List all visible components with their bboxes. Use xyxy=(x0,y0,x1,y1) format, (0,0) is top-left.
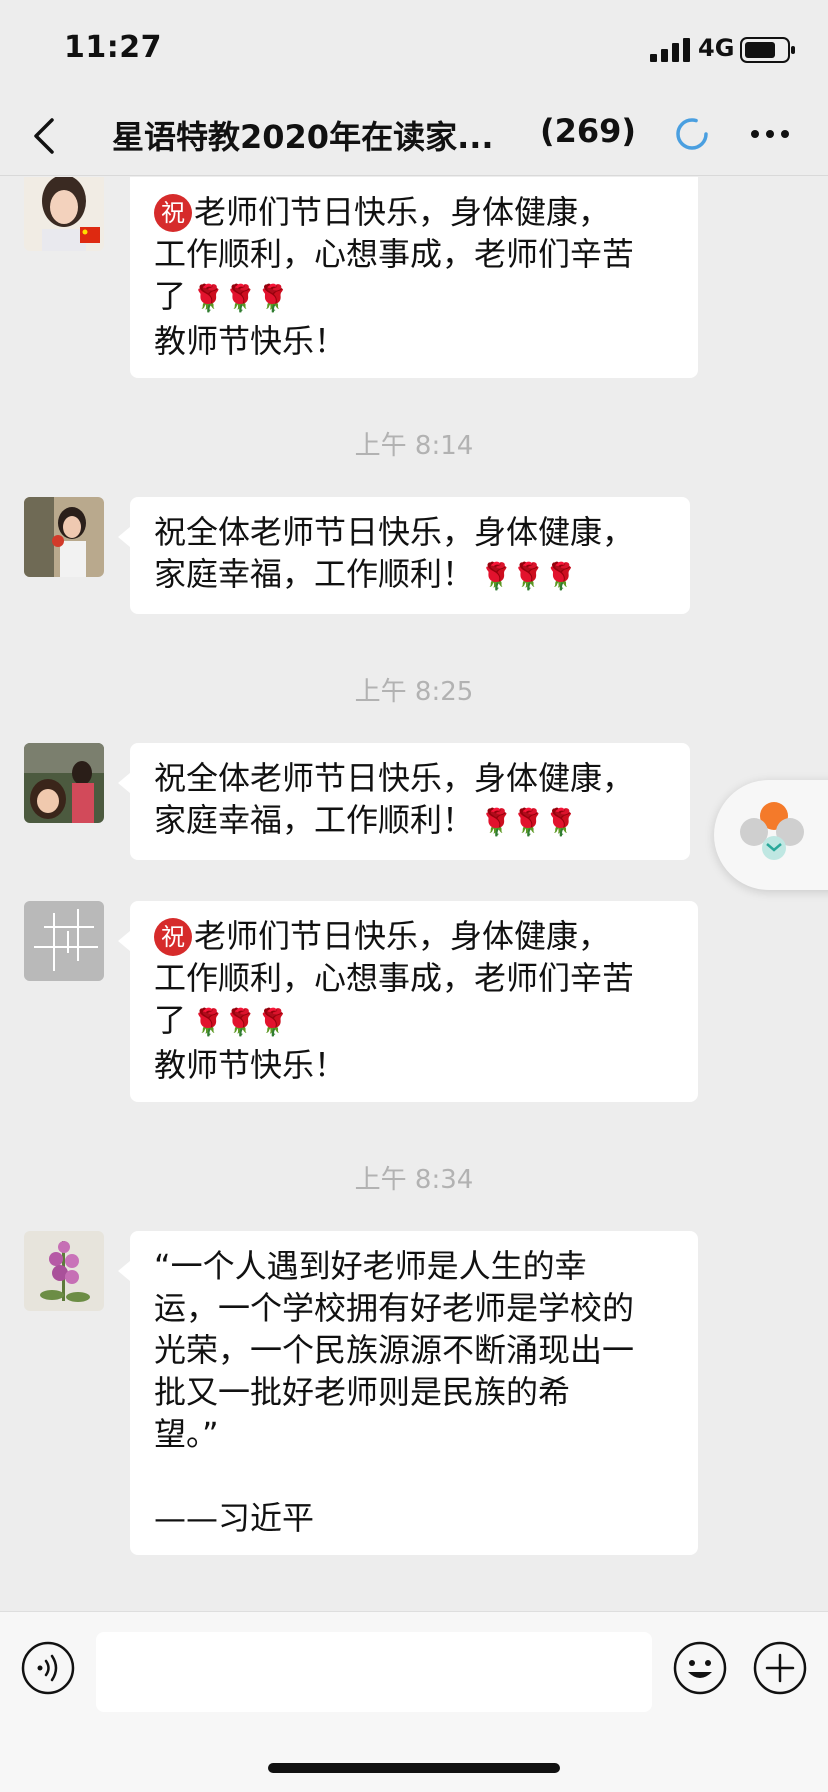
rose-emoji-icon: 🌹🌹🌹 xyxy=(192,284,290,314)
cellular-signal-icon xyxy=(650,38,690,62)
avatar[interactable] xyxy=(24,743,104,823)
avatar[interactable] xyxy=(24,901,104,981)
avatar[interactable] xyxy=(24,1231,104,1311)
message-bubble[interactable]: “一个人遇到好老师是人生的幸 运，一个学校拥有好老师是学校的 光荣，一个民族源源… xyxy=(118,1231,698,1555)
message-text: 了 xyxy=(154,277,187,315)
message-text: 运，一个学校拥有好老师是学校的 xyxy=(154,1289,635,1327)
message-input[interactable] xyxy=(96,1632,652,1712)
zhu-emoji-icon: 祝 xyxy=(154,194,192,232)
message-text: 光荣，一个民族源源不断涌现出一 xyxy=(154,1331,635,1369)
message-text: 家庭幸福，工作顺利！ xyxy=(154,555,475,593)
message-text: “一个人遇到好老师是人生的幸 xyxy=(154,1247,587,1285)
message-bubble[interactable]: 祝老师们节日快乐，身体健康， 工作顺利，心想事成，老师们辛苦 了 🌹🌹🌹 教师节快… xyxy=(130,177,698,378)
rose-emoji-icon: 🌹🌹🌹 xyxy=(192,1008,290,1038)
zhu-emoji-icon: 祝 xyxy=(154,918,192,956)
message-text: 老师们节日快乐，身体健康， xyxy=(194,193,611,231)
rose-emoji-icon: 🌹🌹🌹 xyxy=(480,562,578,592)
member-count: (269) xyxy=(540,112,637,150)
message-text: 家庭幸福，工作顺利！ xyxy=(154,801,475,839)
message-text: 祝全体老师节日快乐，身体健康， xyxy=(154,759,635,797)
message-text: 老师们节日快乐，身体健康， xyxy=(194,917,611,955)
add-attachment-icon[interactable] xyxy=(752,1640,808,1696)
more-options-icon[interactable] xyxy=(748,116,792,152)
message-text: 工作顺利，心想事成，老师们辛苦 xyxy=(154,235,635,273)
message-input-bar xyxy=(0,1611,828,1792)
network-type-label: 4G xyxy=(698,34,735,62)
chat-message-list[interactable]: 祝老师们节日快乐，身体健康， 工作顺利，心想事成，老师们辛苦 了 🌹🌹🌹 教师节快… xyxy=(0,177,828,1611)
timestamp: 上午 8:34 xyxy=(354,1165,474,1195)
message-text: 批又一批好老师则是民族的希 xyxy=(154,1373,571,1411)
avatar[interactable] xyxy=(24,177,104,251)
home-indicator xyxy=(268,1763,560,1773)
message-text: 了 xyxy=(154,1001,187,1039)
message-text xyxy=(154,1455,674,1497)
status-time: 11:27 xyxy=(64,30,162,65)
voice-input-icon[interactable] xyxy=(20,1640,76,1696)
timestamp: 上午 8:25 xyxy=(354,677,474,707)
group-chat-title: 星语特教2020年在读家... xyxy=(112,118,494,156)
message-text: 教师节快乐！ xyxy=(154,322,347,360)
timestamp: 上午 8:14 xyxy=(354,431,474,461)
message-text: 工作顺利，心想事成，老师们辛苦 xyxy=(154,959,635,997)
rose-emoji-icon: 🌹🌹🌹 xyxy=(480,808,578,838)
avatar[interactable] xyxy=(24,497,104,577)
message-text: 望。” xyxy=(154,1415,219,1453)
status-bar: 11:27 4G xyxy=(0,0,828,100)
message-bubble[interactable]: 祝老师们节日快乐，身体健康， 工作顺利，心想事成，老师们辛苦 了 🌹🌹🌹 教师节快… xyxy=(118,901,698,1102)
message-text: 教师节快乐！ xyxy=(154,1046,347,1084)
floating-shortcut-icon xyxy=(740,802,804,860)
message-bubble[interactable]: 祝全体老师节日快乐，身体健康， 家庭幸福，工作顺利！ 🌹🌹🌹 xyxy=(118,497,690,614)
loading-spinner-icon xyxy=(676,118,708,150)
chat-header: 星语特教2020年在读家... (269) xyxy=(0,100,828,176)
message-bubble[interactable]: 祝全体老师节日快乐，身体健康， 家庭幸福，工作顺利！ 🌹🌹🌹 xyxy=(118,743,690,860)
floating-window-button[interactable] xyxy=(714,780,828,890)
emoji-icon[interactable] xyxy=(672,1640,728,1696)
battery-icon xyxy=(740,37,795,63)
message-text: ——习近平 xyxy=(154,1499,315,1537)
message-text: 祝全体老师节日快乐，身体健康， xyxy=(154,513,635,551)
back-arrow-icon[interactable] xyxy=(28,112,64,160)
